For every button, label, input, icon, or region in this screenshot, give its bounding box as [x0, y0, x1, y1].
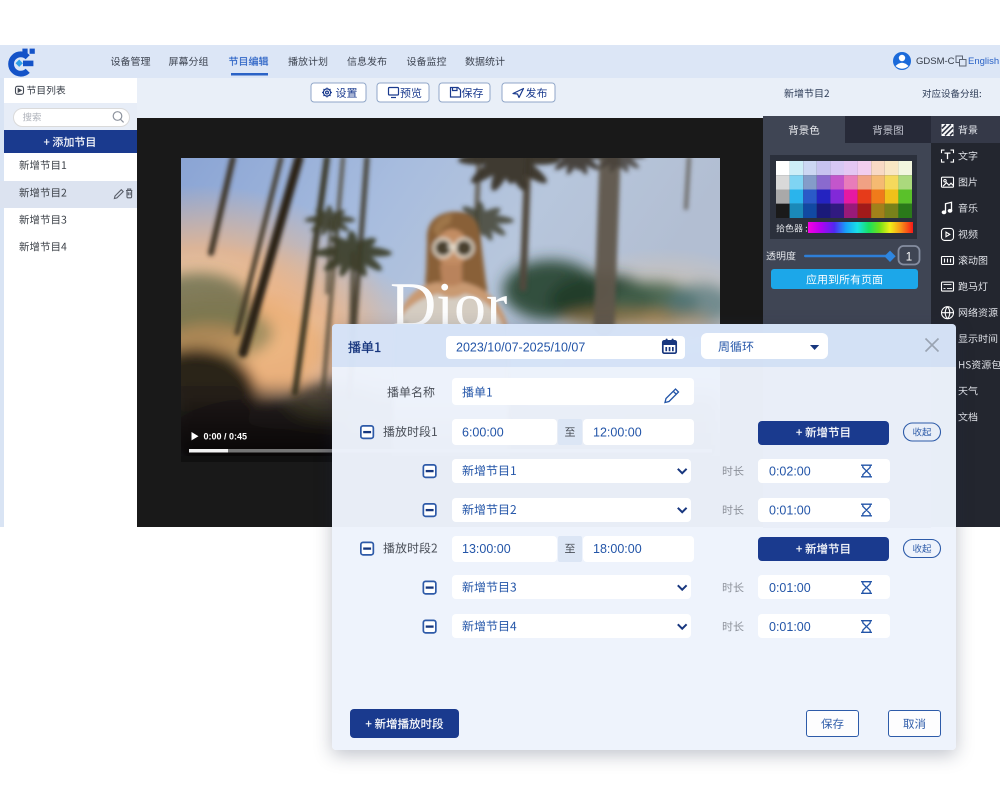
svg-text:12:00:00: 12:00:00: [593, 426, 642, 440]
svg-text:0:02:00: 0:02:00: [769, 465, 811, 479]
svg-text:0:01:00: 0:01:00: [769, 504, 811, 518]
svg-text:18:00:00: 18:00:00: [593, 542, 642, 556]
svg-text:2023/10/07-2025/10/07: 2023/10/07-2025/10/07: [456, 341, 585, 355]
svg-text:0:01:00: 0:01:00: [769, 620, 811, 634]
svg-text:6:00:00: 6:00:00: [462, 426, 504, 440]
svg-text:13:00:00: 13:00:00: [462, 542, 511, 556]
svg-text:0:01:00: 0:01:00: [769, 581, 811, 595]
